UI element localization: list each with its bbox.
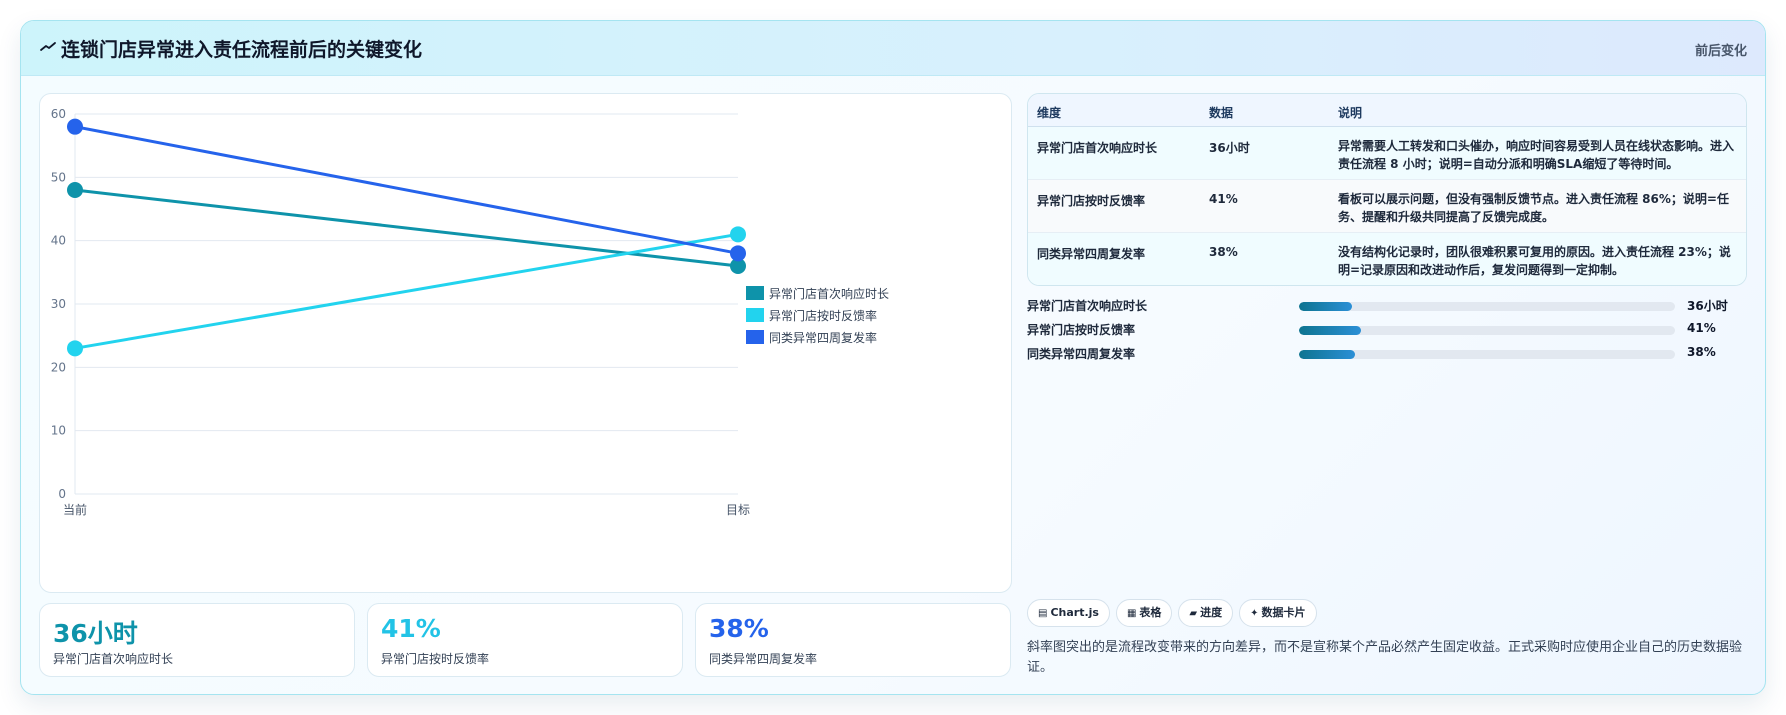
legend-label: 异常门店首次响应时长: [769, 286, 889, 301]
data-point: [67, 182, 83, 198]
chip-label: Chart.js: [1050, 606, 1099, 619]
progress-row: 异常门店首次响应时长 36小时: [1027, 297, 1747, 315]
table-row: 异常门店首次响应时长 36小时 异常需要人工转发和口头催办，响应时间容易受到人员…: [1028, 127, 1746, 180]
data-point: [730, 226, 746, 243]
chart-icon: ▤: [1038, 608, 1048, 619]
footnote: 斜率图突出的是流程改变带来的方向差异，而不是宣称某个产品必然产生固定收益。正式采…: [1027, 640, 1743, 675]
kpi-value: 38%: [709, 614, 769, 643]
legend-swatch: [746, 330, 764, 344]
cell-dimension: 异常门店首次响应时长: [1037, 141, 1158, 155]
x-tick-label: 目标: [726, 503, 750, 517]
progress-row: 异常门店按时反馈率 41%: [1027, 321, 1747, 339]
legend-label: 同类异常四周复发率: [769, 330, 877, 345]
progress-label: 同类异常四周复发率: [1027, 347, 1136, 361]
y-tick-label: 20: [51, 360, 66, 374]
cell-dimension: 同类异常四周复发率: [1037, 247, 1146, 261]
progress-track: [1299, 302, 1675, 311]
table-row: 同类异常四周复发率 38% 没有结构化记录时，团队很难积累可复用的原因。进入责任…: [1028, 233, 1746, 285]
progress-track: [1299, 350, 1675, 359]
progress-fill: [1299, 326, 1362, 335]
y-tick-label: 60: [51, 107, 66, 121]
progress-icon: ▰: [1189, 608, 1198, 619]
kpi-label: 异常门店按时反馈率: [381, 652, 490, 666]
progress-fill: [1299, 302, 1352, 311]
cell-note: 看板可以展示问题，但没有强制反馈节点。进入责任流程 86%；说明=任务、提醒和升…: [1338, 192, 1729, 224]
data-point: [67, 118, 83, 135]
cell-data: 36小时: [1209, 141, 1250, 155]
chip-label: 数据卡片: [1261, 606, 1306, 619]
chip-chartjs[interactable]: ▤ Chart.js: [1027, 599, 1110, 627]
slope-chart: 0 10 20 30 40 50 60 当前 目标 异常门店首次响应时长异常门店按时反馈率同类异常…: [51, 107, 889, 517]
header-tag: 前后变化: [1694, 44, 1747, 59]
series-line: [74, 188, 739, 268]
main-card: 连锁门店异常进入责任流程前后的关键变化 前后变化 0 10 20 30 40 50 60 当前…: [20, 20, 1766, 695]
column-header-data: 数据: [1209, 106, 1234, 120]
cell-note: 异常需要人工转发和口头催办，响应时间容易受到人员在线状态影响。进入责任流程 8 …: [1338, 139, 1735, 171]
tech-chips: ▤ Chart.js ▦ 表格 ▰ 进度 ✦ 数据卡片: [1027, 599, 1323, 627]
y-tick-label: 50: [51, 170, 66, 184]
progress-label: 异常门店按时反馈率: [1027, 323, 1136, 337]
table-header: 维度 数据 说明: [1028, 94, 1746, 127]
card-header: 连锁门店异常进入责任流程前后的关键变化 前后变化: [21, 21, 1765, 76]
cell-dimension: 异常门店按时反馈率: [1037, 194, 1146, 208]
data-point: [730, 245, 746, 262]
cell-data: 41%: [1209, 192, 1238, 206]
kpi-label: 同类异常四周复发率: [709, 652, 818, 666]
data-point: [67, 340, 83, 357]
chip-progress[interactable]: ▰ 进度: [1178, 599, 1234, 627]
series-line: [74, 125, 739, 255]
progress-value: 36小时: [1687, 299, 1728, 313]
cell-data: 38%: [1209, 245, 1238, 259]
y-tick-label: 10: [51, 424, 66, 438]
legend-swatch: [746, 286, 764, 300]
cell-note: 没有结构化记录时，团队很难积累可复用的原因。进入责任流程 23%；说明=记录原因…: [1338, 245, 1731, 277]
y-tick-label: 30: [51, 297, 66, 311]
progress-value: 41%: [1687, 321, 1716, 335]
chip-label: 表格: [1139, 606, 1162, 619]
table-icon: ▦: [1126, 608, 1137, 619]
chip-data-cards[interactable]: ✦ 数据卡片: [1239, 599, 1317, 627]
legend-label: 异常门店按时反馈率: [769, 308, 877, 323]
progress-row: 同类异常四周复发率 38%: [1027, 345, 1747, 363]
progress-fill: [1299, 350, 1356, 359]
chip-table[interactable]: ▦ 表格: [1115, 599, 1173, 627]
kpi-card-response-time: 36小时 异常门店首次响应时长: [39, 603, 355, 677]
chip-label: 进度: [1200, 606, 1223, 619]
progress-value: 38%: [1687, 345, 1716, 359]
data-table: 维度 数据 说明 异常门店首次响应时长 36小时 异常需要人工转发和口头催办，响…: [1027, 93, 1747, 286]
legend-swatch: [746, 308, 764, 322]
slope-chart-panel: 0 10 20 30 40 50 60 当前 目标 异常门店首次响应时长 异常门店按时反馈率 同类异常…: [39, 93, 1012, 593]
column-header-dimension: 维度: [1037, 106, 1062, 120]
trend-icon: [40, 42, 56, 51]
y-tick-label: 0: [58, 487, 66, 501]
kpi-card-feedback-rate: 41% 异常门店按时反馈率: [367, 603, 683, 677]
progress-label: 异常门店首次响应时长: [1027, 299, 1148, 313]
x-tick-label: 当前: [63, 502, 87, 517]
column-header-note: 说明: [1338, 106, 1363, 120]
kpi-value: 36小时: [53, 619, 138, 648]
kpi-label: 异常门店首次响应时长: [53, 652, 174, 666]
table-row: 异常门店按时反馈率 41% 看板可以展示问题，但没有强制反馈节点。进入责任流程 …: [1028, 180, 1746, 233]
kpi-card-recurrence-rate: 38% 同类异常四周复发率: [695, 603, 1011, 677]
page-title: 连锁门店异常进入责任流程前后的关键变化: [61, 39, 423, 61]
y-tick-label: 40: [51, 234, 66, 248]
sparkle-icon: ✦: [1250, 608, 1259, 619]
series-line: [74, 232, 739, 350]
progress-track: [1299, 326, 1675, 335]
kpi-value: 41%: [381, 614, 441, 643]
